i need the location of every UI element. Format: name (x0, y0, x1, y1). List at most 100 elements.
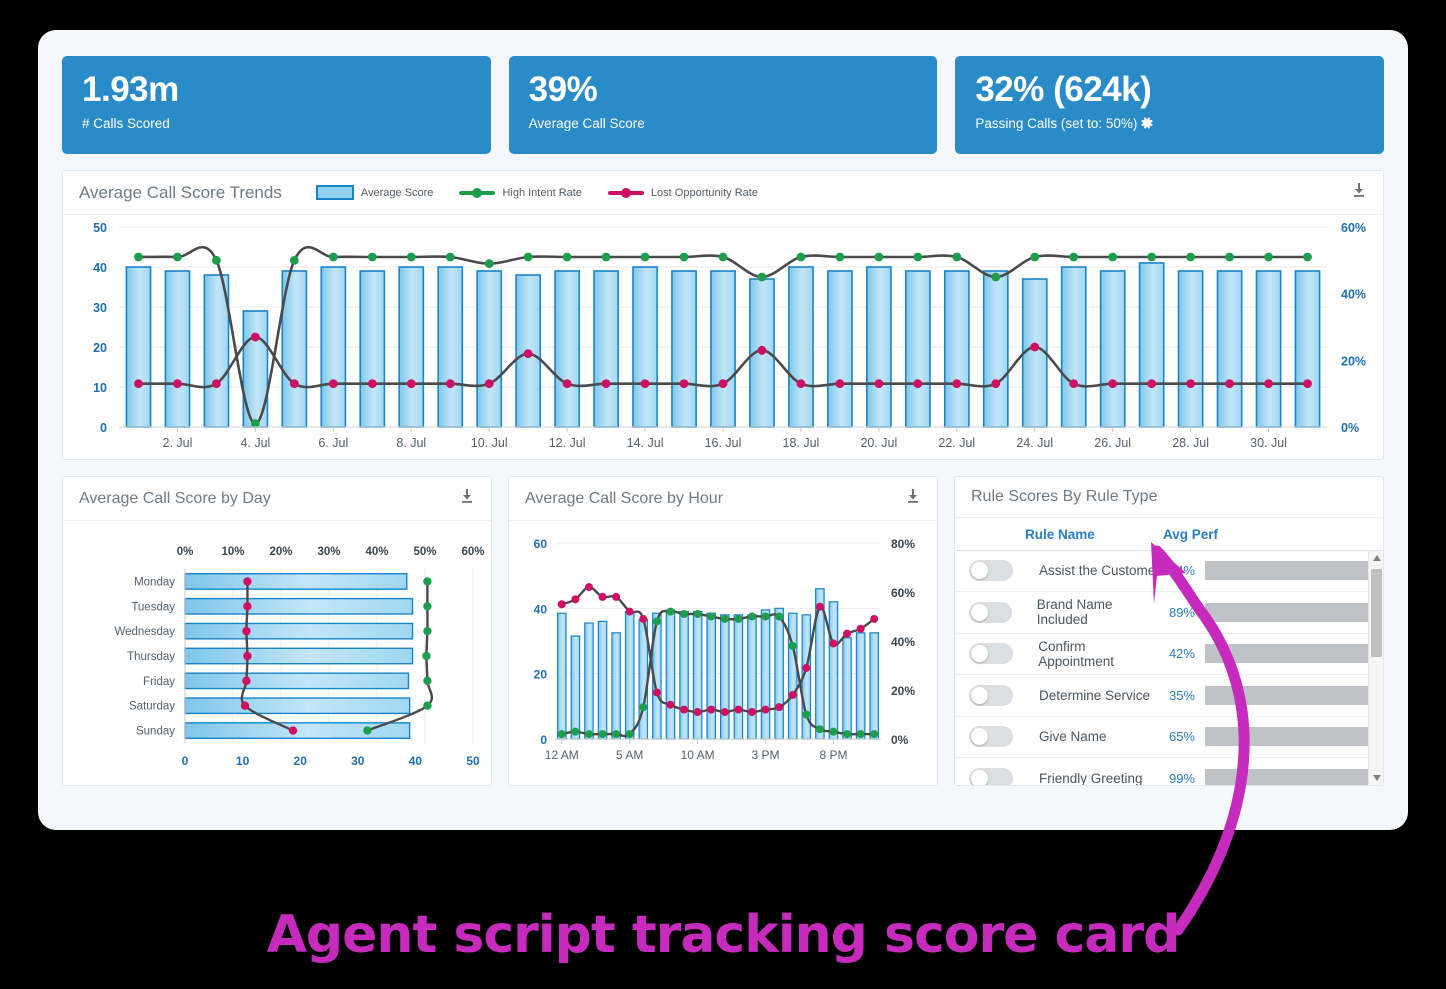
svg-text:40%: 40% (365, 546, 388, 558)
column-header-avg-perf[interactable]: Avg Perf (1163, 527, 1371, 542)
avg-perf-value: 65% (1168, 729, 1195, 745)
kpi-label: Passing Calls (set to: 50%) (975, 114, 1364, 136)
kpi-label-text: Passing Calls (set to: 50%) (975, 116, 1138, 131)
trends-panel-title: Average Call Score Trends (79, 182, 282, 202)
kpi-label: # Calls Scored (82, 116, 170, 131)
svg-text:20. Jul: 20. Jul (860, 436, 897, 450)
svg-text:20%: 20% (269, 546, 292, 558)
svg-text:16. Jul: 16. Jul (705, 436, 742, 450)
svg-text:2. Jul: 2. Jul (163, 436, 193, 450)
legend-item-high-intent-rate: High Intent Rate (459, 187, 582, 199)
svg-text:30. Jul: 30. Jul (1250, 436, 1287, 450)
avg-perf-value: 44% (1168, 563, 1195, 579)
kpi-value: 1.93m (82, 70, 179, 109)
svg-text:Wednesday: Wednesday (114, 626, 175, 638)
legend-line-magenta-icon (607, 187, 644, 198)
rule-scores-panel: Rule Scores By Rule Type Rule Name Avg P… (954, 476, 1384, 786)
avg-perf-cell: 65% (1163, 727, 1371, 747)
svg-text:14. Jul: 14. Jul (627, 436, 664, 450)
avg-perf-bar (1205, 768, 1371, 785)
average-call-score-by-day-panel: Average Call Score by Day 0% 10% 20% 30% 40%… (62, 476, 492, 786)
gear-icon[interactable] (1140, 116, 1154, 136)
caption-text: Agent script tracking score card (266, 905, 1181, 965)
table-row[interactable]: Confirm Appointment 42% (955, 634, 1383, 676)
svg-text:10%: 10% (221, 546, 244, 558)
legend-label: Average Score (360, 186, 434, 199)
avg-perf-bar (1205, 602, 1371, 622)
svg-text:30%: 30% (317, 546, 340, 558)
average-call-score-trends-panel: Average Call Score Trends Average Score … (62, 170, 1384, 460)
avg-perf-value: 35% (1168, 687, 1195, 703)
svg-text:30: 30 (93, 301, 107, 315)
svg-text:0%: 0% (177, 546, 194, 558)
legend-item-average-score: Average Score (315, 185, 434, 200)
table-row[interactable]: Determine Service 35% (955, 675, 1383, 717)
trends-panel-header: Average Call Score Trends Average Score … (63, 171, 1383, 215)
scroll-down-arrow-icon[interactable] (1369, 770, 1383, 785)
legend-label: Lost Opportunity Rate (650, 186, 758, 199)
download-icon[interactable] (903, 486, 923, 511)
svg-text:Tuesday: Tuesday (131, 601, 175, 613)
svg-text:5 AM: 5 AM (616, 748, 643, 762)
table-row[interactable]: Friendly Greeting 99% (955, 758, 1383, 785)
avg-perf-bar (1205, 561, 1371, 581)
svg-text:10. Jul: 10. Jul (471, 436, 508, 450)
trends-legend: Average Score High Intent Rate Lost Oppo… (315, 185, 758, 200)
avg-perf-bar (1204, 644, 1371, 664)
day-panel-title: Average Call Score by Day (79, 489, 271, 507)
table-row[interactable]: Assist the Customer 44% (955, 551, 1383, 593)
hour-chart: 0 20 40 60 0% 20% 40% 60% 80% 12 AM 5 AM 10 AM 3 PM 8… (509, 521, 937, 785)
rule-name-cell: Determine Service (1039, 687, 1151, 703)
kpi-calls-scored: 1.93m # Calls Scored (62, 56, 491, 154)
svg-text:20: 20 (294, 754, 308, 768)
hour-panel-title: Average Call Score by Hour (525, 489, 724, 507)
table-row[interactable]: Brand Name Included 89% (955, 592, 1383, 634)
svg-text:0: 0 (540, 733, 547, 747)
svg-text:24. Jul: 24. Jul (1016, 436, 1053, 450)
legend-line-green-icon (459, 187, 496, 198)
svg-text:18. Jul: 18. Jul (783, 436, 820, 450)
svg-text:Friday: Friday (143, 676, 175, 688)
day-panel-header: Average Call Score by Day (63, 477, 491, 521)
day-chart: 0% 10% 20% 30% 40% 50% 60% Monday Tuesday Wednesd… (63, 521, 491, 785)
svg-text:40: 40 (534, 602, 548, 616)
rule-name-cell: Brand Name Included (1036, 597, 1113, 628)
legend-label: High Intent Rate (502, 186, 582, 199)
rule-name-cell: Assist the Customer (1039, 563, 1160, 579)
download-icon[interactable] (457, 486, 477, 511)
rule-toggle[interactable] (969, 684, 1013, 706)
dashboard-card: 1.93m # Calls Scored 39% Average Call Sc… (38, 30, 1408, 830)
svg-text:30: 30 (351, 754, 365, 768)
toggle-knob (971, 603, 988, 621)
rule-toggle[interactable] (969, 560, 1013, 582)
svg-text:8. Jul: 8. Jul (396, 436, 426, 450)
scroll-up-arrow-icon[interactable] (1369, 551, 1383, 566)
average-call-score-by-hour-panel: Average Call Score by Hour 0 20 40 60 0% 20% 4… (508, 476, 938, 786)
svg-text:Thursday: Thursday (127, 651, 175, 663)
avg-perf-value: 89% (1168, 604, 1195, 620)
rule-toggle[interactable] (969, 767, 1013, 785)
screenshot-root: 1.93m # Calls Scored 39% Average Call Sc… (0, 0, 1446, 989)
svg-text:Sunday: Sunday (136, 726, 175, 738)
download-icon[interactable] (1349, 180, 1369, 205)
rule-toggle[interactable] (969, 601, 1012, 623)
scrollbar-thumb[interactable] (1371, 568, 1382, 657)
rule-table-body: Assist the Customer 44% Brand Name Include… (955, 550, 1383, 785)
table-row[interactable]: Give Name 65% (955, 717, 1383, 759)
svg-text:40: 40 (93, 261, 107, 275)
avg-perf-value: 42% (1168, 646, 1195, 662)
rule-table-scrollbar[interactable] (1368, 550, 1383, 785)
svg-text:60%: 60% (1341, 221, 1366, 235)
rule-toggle[interactable] (969, 726, 1013, 748)
svg-text:0: 0 (100, 421, 107, 435)
svg-text:Monday: Monday (134, 576, 175, 588)
rule-scores-panel-title: Rule Scores By Rule Type (971, 488, 1158, 506)
svg-text:40%: 40% (1341, 288, 1366, 302)
svg-text:26. Jul: 26. Jul (1094, 436, 1131, 450)
svg-text:0: 0 (182, 754, 189, 768)
svg-text:20: 20 (93, 341, 107, 355)
rule-panel-header: Rule Scores By Rule Type (955, 477, 1383, 519)
column-header-rule-name[interactable]: Rule Name (1025, 527, 1163, 542)
svg-text:50: 50 (466, 754, 480, 768)
rule-toggle[interactable] (969, 643, 1013, 665)
